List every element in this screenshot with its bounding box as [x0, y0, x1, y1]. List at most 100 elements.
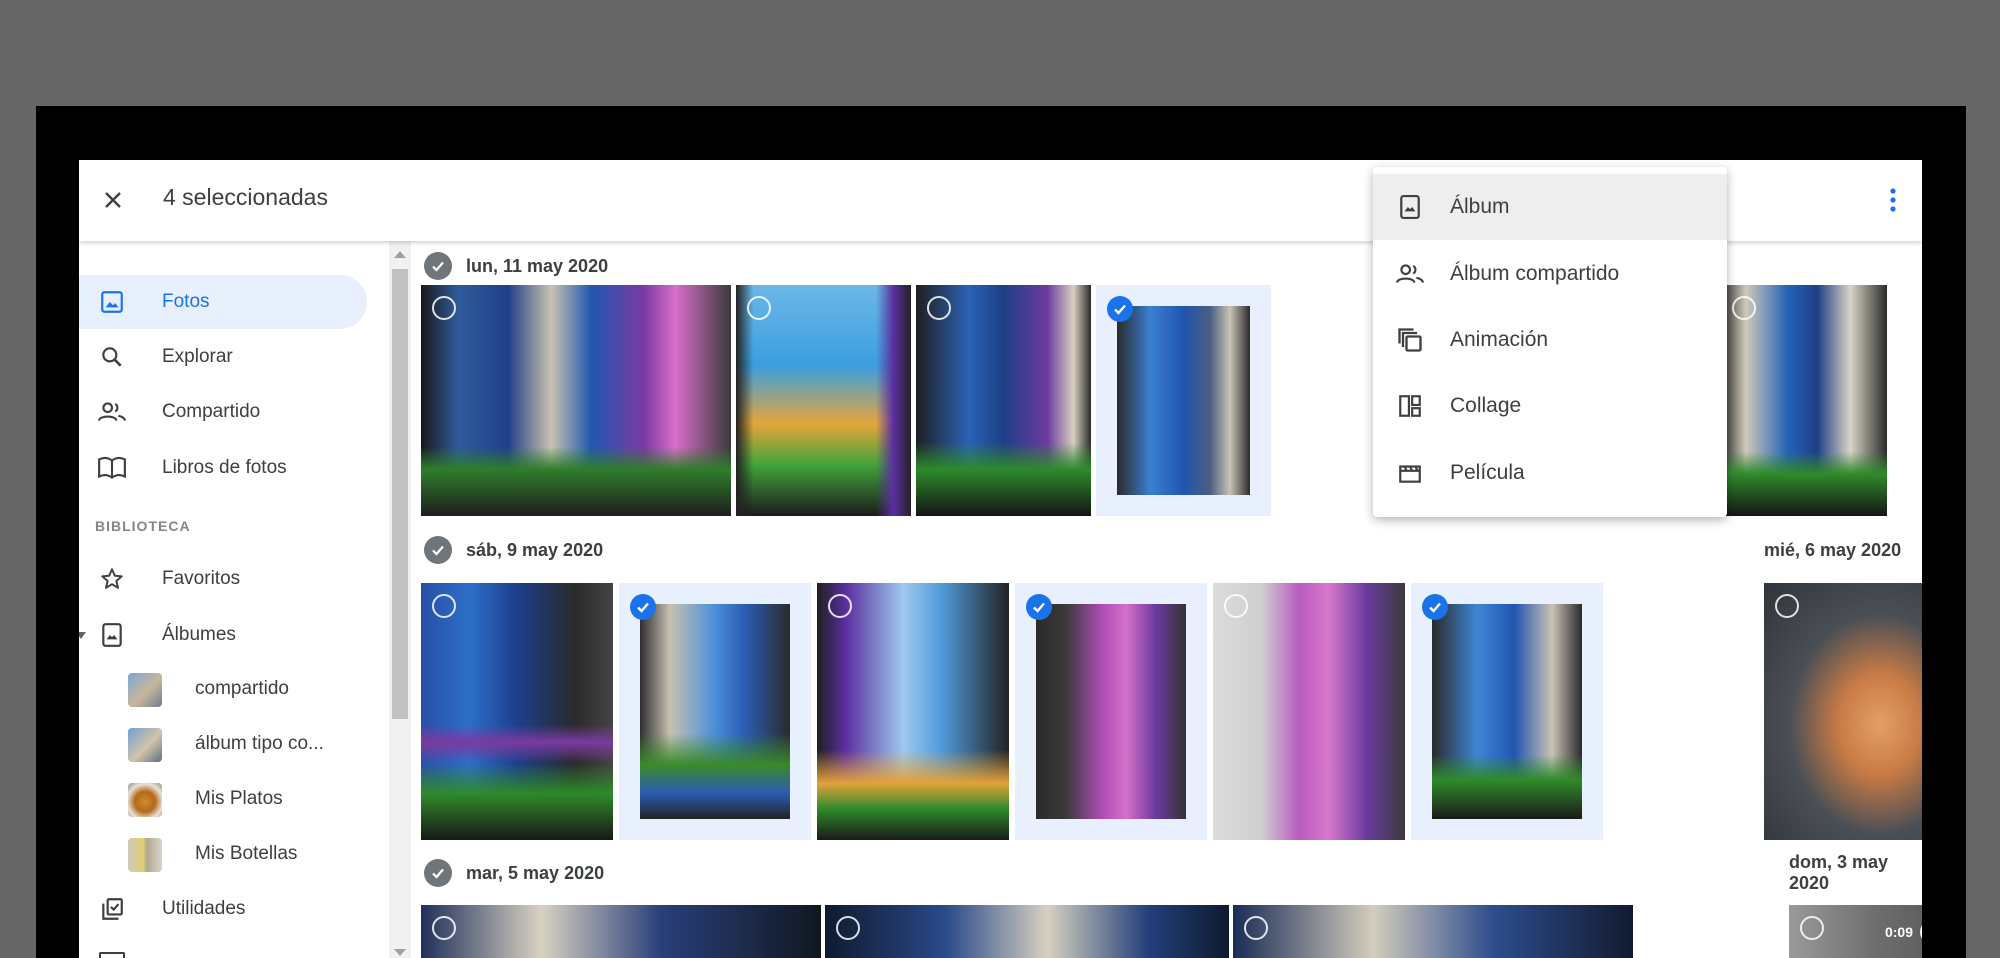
album-item-compartido[interactable]: compartido [79, 663, 379, 717]
menu-item-album[interactable]: Álbum [1373, 174, 1727, 240]
album-item-mis-platos[interactable]: Mis Platos [79, 773, 379, 827]
selected-check-icon[interactable] [630, 594, 656, 620]
sidebar-item-label: Libros de fotos [162, 457, 287, 478]
sidebar-scrollbar[interactable] [389, 241, 411, 958]
sidebar-item-libros-de-fotos[interactable]: Libros de fotos [79, 441, 367, 495]
photo-thumbnail[interactable] [1213, 583, 1405, 840]
sidebar-item-utilidades[interactable]: Utilidades [79, 882, 367, 936]
date-group-header: lun, 11 may 2020 [424, 249, 608, 283]
select-circle[interactable] [1800, 916, 1824, 940]
selection-count: 4 seleccionadas [163, 184, 328, 210]
select-circle[interactable] [1244, 916, 1268, 940]
select-date-checkbox[interactable] [424, 252, 452, 280]
sidebar-item-explorar[interactable]: Explorar [79, 330, 367, 384]
album-thumbnail [128, 838, 162, 872]
search-icon [97, 342, 127, 372]
album-icon [97, 620, 127, 650]
sidebar-item-albumes[interactable]: Álbumes [79, 608, 367, 662]
date-label: mié, 6 may 2020 [1764, 539, 1902, 560]
album-item-album-tipo[interactable]: álbum tipo co... [79, 718, 379, 772]
album-thumbnail [128, 783, 162, 817]
create-menu: Álbum Álbum compartido Animación Collage… [1373, 167, 1727, 517]
more-vert-icon [1890, 188, 1896, 212]
selected-check-icon[interactable] [1107, 296, 1133, 322]
album-thumbnail [128, 728, 162, 762]
album-thumbnail [128, 673, 162, 707]
date-group-header: dom, 3 may 2020 [1789, 852, 1922, 893]
shared-album-icon [1395, 259, 1425, 289]
video-thumbnail[interactable]: 0:09 [1789, 905, 1922, 958]
sidebar-item-label: Utilidades [162, 898, 246, 919]
photo-thumbnail[interactable] [1233, 905, 1633, 958]
scroll-up-arrow[interactable] [394, 251, 406, 258]
photo-thumbnail[interactable] [421, 583, 613, 840]
menu-item-animation[interactable]: Animación [1373, 307, 1727, 373]
photo-thumbnail[interactable] [825, 905, 1229, 958]
album-item-mis-botellas[interactable]: Mis Botellas [79, 828, 379, 882]
video-duration: 0:09 [1885, 919, 1922, 945]
play-icon [1920, 925, 1922, 939]
menu-item-label: Animación [1450, 328, 1549, 351]
selected-check-icon[interactable] [1422, 594, 1448, 620]
menu-item-collage[interactable]: Collage [1373, 373, 1727, 439]
select-circle[interactable] [1732, 296, 1756, 320]
movie-icon [1395, 458, 1425, 488]
photo-thumbnail-selected[interactable] [619, 583, 811, 840]
sidebar-item-fotos[interactable]: Fotos [79, 275, 367, 329]
select-circle[interactable] [432, 296, 456, 320]
photo-thumbnail[interactable] [817, 583, 1009, 840]
navigation-sidebar: Fotos Explorar Compartido Libros de foto… [79, 241, 389, 958]
date-label: lun, 11 may 2020 [466, 255, 609, 276]
scroll-thumb[interactable] [392, 269, 408, 719]
star-icon [97, 564, 127, 594]
select-date-checkbox[interactable] [424, 536, 452, 564]
photo-thumbnail-selected[interactable] [1015, 583, 1207, 840]
date-label: sáb, 9 may 2020 [466, 539, 604, 560]
select-circle[interactable] [1224, 594, 1248, 618]
menu-item-shared-album[interactable]: Álbum compartido [1373, 241, 1727, 307]
sidebar-item-label: Álbumes [162, 624, 236, 645]
scroll-down-arrow[interactable] [394, 949, 406, 956]
photo-thumbnail[interactable] [1764, 583, 1922, 840]
select-circle[interactable] [747, 296, 771, 320]
photo-thumbnail[interactable] [916, 285, 1091, 516]
photo-thumbnail-selected[interactable] [1411, 583, 1603, 840]
photo-thumbnail[interactable] [421, 905, 821, 958]
more-options-button[interactable] [1873, 180, 1913, 220]
menu-item-label: Collage [1450, 394, 1522, 417]
select-circle[interactable] [836, 916, 860, 940]
select-date-checkbox[interactable] [424, 859, 452, 887]
next-icon-partial [99, 952, 125, 958]
sidebar-item-label: Favoritos [162, 568, 241, 589]
album-label: álbum tipo co... [195, 733, 324, 754]
library-section-label: BIBLIOTECA [95, 518, 191, 534]
album-label: compartido [195, 678, 289, 699]
album-label: Mis Botellas [195, 843, 298, 864]
close-selection-button[interactable] [93, 180, 133, 220]
animation-icon [1395, 325, 1425, 355]
select-circle[interactable] [432, 916, 456, 940]
select-circle[interactable] [432, 594, 456, 618]
caret-down-icon[interactable] [79, 630, 86, 640]
menu-item-label: Película [1450, 461, 1525, 484]
sidebar-item-compartido[interactable]: Compartido [79, 385, 367, 439]
menu-item-movie[interactable]: Película [1373, 440, 1727, 506]
photo-icon [97, 287, 127, 317]
photo-thumbnail-selected[interactable] [1096, 285, 1271, 516]
sidebar-item-favoritos[interactable]: Favoritos [79, 552, 367, 606]
checklist-icon [97, 894, 127, 924]
photo-thumbnail[interactable] [736, 285, 911, 516]
select-circle[interactable] [927, 296, 951, 320]
date-group-header: sáb, 9 may 2020 [424, 533, 603, 567]
selected-check-icon[interactable] [1026, 594, 1052, 620]
date-group-header: mar, 5 may 2020 [424, 856, 604, 890]
date-label: dom, 3 may 2020 [1789, 852, 1889, 893]
select-circle[interactable] [1775, 594, 1799, 618]
album-icon [1395, 192, 1425, 222]
menu-item-label: Álbum [1450, 195, 1510, 218]
select-circle[interactable] [828, 594, 852, 618]
sidebar-item-label: Fotos [162, 291, 210, 312]
photo-thumbnail[interactable] [421, 285, 731, 516]
photo-thumbnail[interactable] [1721, 285, 1887, 516]
people-icon [97, 397, 127, 427]
